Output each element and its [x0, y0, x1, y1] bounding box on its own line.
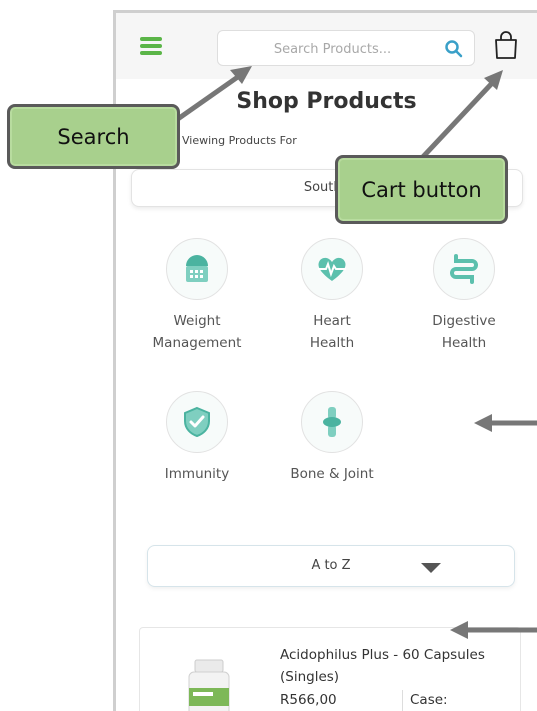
product-arrowhead — [450, 621, 468, 639]
cart-arrow — [418, 78, 497, 162]
categories-arrowhead — [474, 414, 492, 432]
search-callout: Search — [7, 104, 180, 169]
cart-callout: Cart button — [335, 155, 508, 224]
